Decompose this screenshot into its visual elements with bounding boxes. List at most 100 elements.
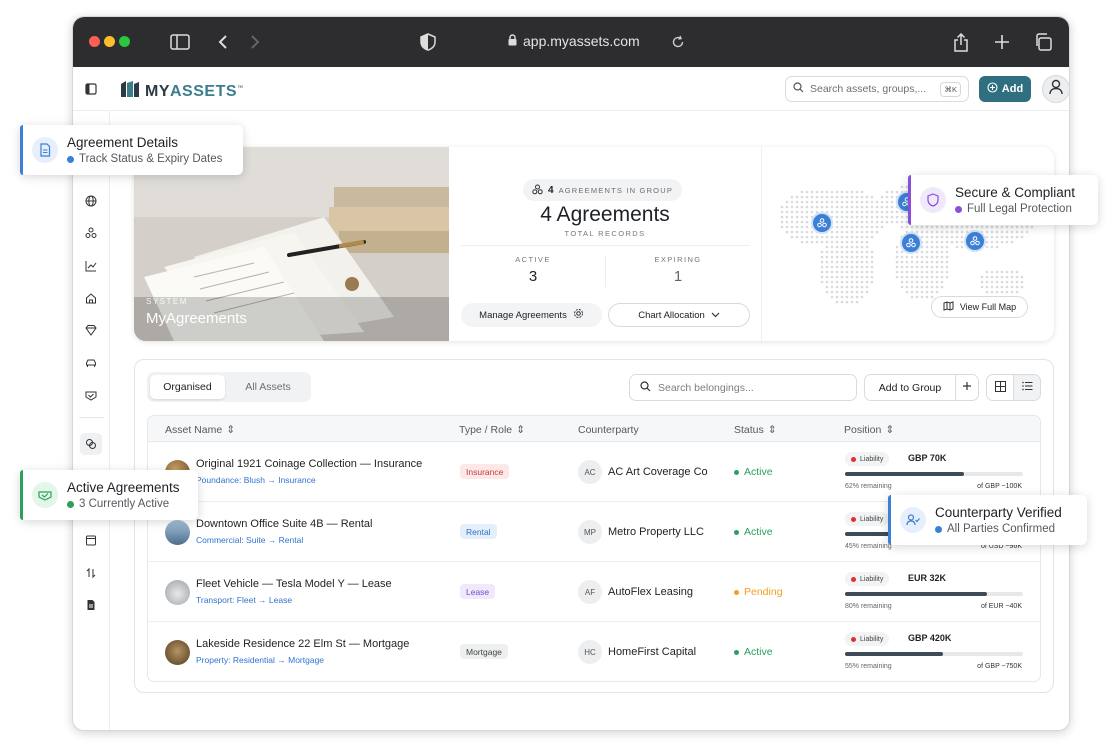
sort-arrows-icon[interactable] [81, 563, 101, 583]
lock-icon [508, 33, 517, 49]
close-window-button[interactable] [89, 36, 100, 47]
add-group-plus-button[interactable] [955, 374, 979, 401]
table-header: Asset Name ⇕ Type / Role ⇕ Counterparty St… [147, 415, 1041, 442]
tab-organised[interactable]: Organised [150, 375, 225, 399]
type-tag: Rental [460, 524, 497, 539]
tabs-overview-icon[interactable] [1031, 30, 1055, 54]
plus-icon [962, 381, 972, 394]
asset-name: Lakeside Residence 22 Elm St — Mortgage [196, 638, 410, 650]
group-count: 4 [548, 184, 554, 196]
add-to-group-button[interactable]: Add to Group [864, 374, 956, 401]
status-badge: Active [734, 466, 773, 478]
browser-toolbar: app.myassets.com [73, 17, 1069, 67]
handshake-icon[interactable] [81, 385, 101, 405]
share-icon[interactable] [949, 30, 973, 54]
shield-icon [920, 187, 946, 213]
table-row[interactable]: Original 1921 Coinage Collection — Insur… [148, 442, 1040, 502]
asset-path-link[interactable]: Property: Residential → Mortgage [196, 655, 324, 665]
col-status[interactable]: Status ⇕ [734, 424, 777, 436]
callout-title: Secure & Compliant [955, 185, 1076, 200]
asset-path-link[interactable]: Commercial: Suite → Rental [196, 535, 303, 545]
chart-allocation-label: Chart Allocation [638, 309, 705, 321]
diamond-icon[interactable] [81, 320, 101, 340]
agreement-details-callout: Agreement Details Track Status & Expiry … [20, 125, 243, 175]
global-search-input[interactable]: Search assets, groups,... ⌘K [785, 76, 969, 102]
tab-all-assets[interactable]: All Assets [233, 375, 303, 399]
caption-title: MyAgreements [146, 310, 247, 327]
manage-agreements-button[interactable]: Manage Agreements [461, 303, 602, 327]
asset-name: Original 1921 Coinage Collection — Insur… [196, 458, 423, 470]
zoom-window-button[interactable] [119, 36, 130, 47]
counterparty-name: AC Art Coverage Co [608, 466, 708, 478]
document-icon[interactable] [81, 595, 101, 615]
add-button-label: Add [1001, 83, 1024, 95]
counterparty-verified-callout: Counterparty Verified All Parties Confir… [888, 495, 1087, 545]
forward-icon[interactable] [243, 30, 267, 54]
table-body: Original 1921 Coinage Collection — Insur… [147, 442, 1041, 682]
position-progress-bar [845, 652, 1023, 656]
position-remaining: 62% remaining [845, 483, 892, 490]
shield-privacy-icon[interactable] [416, 30, 440, 54]
map-pin-icon[interactable] [964, 230, 986, 252]
asset-path-link[interactable]: Transport: Fleet → Lease [196, 595, 292, 605]
counterparty-avatar: AC [578, 460, 602, 484]
back-icon[interactable] [211, 30, 235, 54]
sort-icon: ⇕ [516, 424, 525, 436]
chevron-down-icon [711, 310, 720, 321]
col-position[interactable]: Position ⇕ [844, 424, 894, 436]
address-bar[interactable]: app.myassets.com [508, 33, 640, 49]
counterparty-name: AutoFlex Leasing [608, 586, 693, 598]
map-pin-icon[interactable] [811, 212, 833, 234]
asset-path-link[interactable]: Poundance: Blush → Insurance [196, 475, 316, 485]
map-pin-icon[interactable] [900, 232, 922, 254]
col-type-role[interactable]: Type / Role ⇕ [459, 424, 525, 436]
gear-icon [573, 308, 584, 322]
document-icon [32, 137, 58, 163]
counterparty-avatar: MP [578, 520, 602, 544]
position-amount: GBP 420K [908, 633, 952, 643]
col-asset-name[interactable]: Asset Name ⇕ [165, 424, 235, 436]
minimize-window-button[interactable] [104, 36, 115, 47]
hero-photo: SYSTEM MyAgreements [134, 147, 449, 341]
position-progress-bar [845, 592, 1023, 596]
counterparty-avatar: HC [578, 640, 602, 664]
liability-badge: Liability [845, 512, 890, 526]
total-records-label: TOTAL RECORDS [564, 229, 646, 238]
callout-subtitle: Track Status & Expiry Dates [67, 153, 222, 165]
view-full-map-button[interactable]: View Full Map [931, 296, 1028, 318]
asset-name: Fleet Vehicle — Tesla Model Y — Lease [196, 578, 392, 590]
calendar-icon[interactable] [81, 530, 101, 550]
group-icon[interactable] [81, 223, 101, 243]
search-placeholder: Search assets, groups,... [810, 83, 927, 95]
new-tab-icon[interactable] [990, 30, 1014, 54]
user-avatar[interactable] [1042, 75, 1069, 103]
table-row[interactable]: Fleet Vehicle — Tesla Model Y — Lease Tr… [148, 562, 1040, 622]
reload-icon[interactable] [666, 30, 690, 54]
callout-title: Agreement Details [67, 135, 179, 150]
status-badge: Pending [734, 586, 783, 598]
group-icon [532, 184, 543, 197]
globe-icon[interactable] [81, 191, 101, 211]
liability-badge: Liability [845, 452, 890, 466]
position-total: of GBP ~100K [977, 483, 1022, 490]
sidebar-collapse-icon[interactable] [81, 79, 101, 99]
chart-line-icon[interactable] [81, 256, 101, 276]
list-view-button[interactable] [1013, 374, 1041, 401]
agreements-link-icon[interactable] [80, 433, 102, 455]
add-button[interactable]: Add [979, 76, 1031, 102]
belongings-search-input[interactable]: Search belongings... [629, 374, 857, 401]
left-navigation-rail [73, 111, 110, 730]
group-count-badge: 4 AGREEMENTS IN GROUP [523, 179, 683, 201]
position-progress-bar [845, 472, 1023, 476]
list-icon [1021, 381, 1033, 394]
position-remaining: 45% remaining [845, 543, 892, 550]
chart-allocation-dropdown[interactable]: Chart Allocation [608, 303, 750, 327]
car-icon[interactable] [81, 353, 101, 373]
home-icon[interactable] [81, 288, 101, 308]
table-row[interactable]: Lakeside Residence 22 Elm St — Mortgage … [148, 622, 1040, 682]
asset-thumbnail [165, 580, 190, 605]
counterparty-name: Metro Property LLC [608, 526, 704, 538]
grid-view-button[interactable] [986, 374, 1014, 401]
app-logo[interactable]: MYASSETS™ [120, 80, 244, 103]
sidebar-toggle-icon[interactable] [168, 30, 192, 54]
